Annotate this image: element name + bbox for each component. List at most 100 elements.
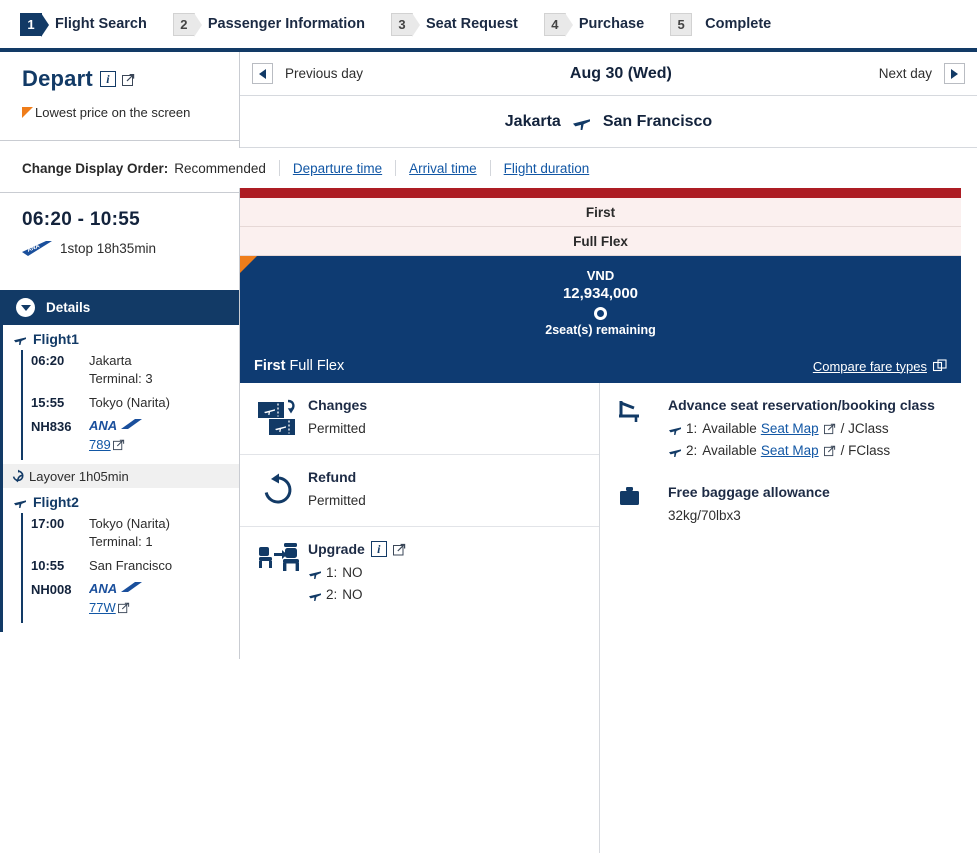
fare-rule-refund: Refund Permitted — [240, 455, 599, 527]
plane-icon — [308, 588, 322, 602]
plane-icon — [13, 495, 27, 509]
sort-option-arrival-time[interactable]: Arrival time — [409, 161, 477, 176]
flight-1-heading: Flight1 — [3, 331, 239, 347]
plane-icon — [572, 113, 592, 131]
upgrade-segment-1-number: 1: — [326, 565, 338, 580]
plane-icon — [308, 566, 322, 580]
plane-icon — [668, 444, 682, 458]
divider — [278, 160, 280, 176]
external-link-icon — [117, 602, 130, 614]
step-5-label: Complete — [705, 16, 772, 32]
cabin-accent-bar — [240, 188, 961, 198]
flight-1-segment: 06:20 Jakarta Terminal: 3 15:55 Tokyo (N… — [21, 350, 239, 460]
external-link-icon[interactable] — [823, 423, 836, 435]
baggage-title: Free baggage allowance — [668, 484, 830, 500]
refund-value: Permitted — [308, 493, 366, 508]
ana-logo-icon: ANA — [22, 241, 52, 256]
fare-price-cell[interactable]: VND 12,934,000 2seat(s) remaining — [240, 256, 961, 349]
briefcase-icon — [618, 484, 668, 514]
flight-2-spacer-2 — [23, 599, 89, 617]
flight-1-departure-airport: Jakarta — [89, 353, 132, 368]
flight-2-number: NH008 — [31, 582, 72, 597]
itinerary-column: Depart i Lowest price on the screen 06:2… — [0, 52, 240, 659]
flight-1-spacer-2 — [23, 436, 89, 454]
plane-icon — [668, 422, 682, 436]
step-2-label: Passenger Information — [207, 16, 365, 32]
info-icon[interactable]: i — [99, 71, 116, 87]
external-link-icon[interactable] — [823, 445, 836, 457]
next-day-button[interactable]: Next day — [879, 63, 977, 84]
step-1-flight-search[interactable]: 1 Flight Search — [20, 12, 147, 37]
changes-value: Permitted — [308, 421, 366, 436]
step-4-purchase[interactable]: 4 Purchase — [543, 12, 645, 37]
external-link-icon[interactable] — [121, 73, 135, 86]
flight-1-aircraft-link[interactable]: 789 — [89, 436, 125, 454]
step-3-seat-request[interactable]: 3 Seat Request — [390, 12, 518, 37]
fare-detail-header: First Full Flex Compare fare types — [240, 349, 961, 383]
flight-search-page: 1 Flight Search 2 Passenger Information … — [0, 0, 977, 853]
divider — [489, 160, 491, 176]
upgrade-segment-1-value: NO — [342, 565, 363, 580]
flight-2-departure-airport: Tokyo (Narita) — [89, 516, 170, 531]
advance-seat-row-2-segment: 2: — [686, 443, 698, 458]
sort-option-departure-time[interactable]: Departure time — [293, 161, 382, 176]
arrow-right-icon — [944, 63, 965, 84]
flight-1-arrival-time: 15:55 — [31, 395, 65, 410]
details-label: Details — [46, 300, 91, 315]
svg-text:ANA: ANA — [89, 418, 117, 433]
flight-1-number: NH836 — [31, 419, 72, 434]
advance-seat-row-2-status: Available — [702, 443, 757, 458]
compare-fare-types-link[interactable]: Compare fare types — [813, 359, 947, 374]
flight-2-segment: 17:00 Tokyo (Narita) Terminal: 1 10:55 S… — [21, 513, 239, 623]
advance-seat-title: Advance seat reservation/booking class — [668, 397, 935, 413]
seat-upgrade-icon — [258, 541, 308, 577]
flight-2-aircraft-link[interactable]: 77W — [89, 599, 130, 617]
itinerary-details: Flight1 06:20 Jakarta Terminal: 3 15:55 … — [0, 325, 239, 632]
flight-2-departure-time: 17:00 — [31, 516, 65, 531]
baggage-value: 32kg/70lbx3 — [668, 508, 741, 523]
flight-time-range: 06:20 - 10:55 — [22, 209, 140, 230]
plane-icon — [13, 332, 27, 346]
route-origin: Jakarta — [504, 112, 561, 130]
fare-detail-type: Full Flex — [289, 358, 345, 374]
flight-1-departure-terminal: Terminal: 3 — [89, 371, 153, 386]
flight-2-departure-terminal: Terminal: 1 — [89, 534, 153, 549]
step-2-number: 2 — [172, 12, 203, 37]
cabin-class-header: First — [240, 198, 961, 227]
lowest-price-note: Lowest price on the screen — [22, 105, 239, 120]
sort-row: Change Display Order: Recommended Depart… — [0, 148, 977, 188]
external-link-icon[interactable] — [392, 543, 406, 556]
current-date-label: Aug 30 (Wed) — [569, 64, 672, 82]
seat-map-link-2[interactable]: Seat Map — [761, 440, 819, 462]
sort-option-flight-duration[interactable]: Flight duration — [504, 161, 590, 176]
info-icon[interactable]: i — [370, 541, 387, 557]
route-destination: San Francisco — [602, 112, 713, 130]
date-navigation-bar: Previous day Aug 30 (Wed) Next day — [240, 52, 977, 96]
refund-title: Refund — [308, 469, 357, 485]
lowest-price-triangle-icon — [22, 107, 33, 118]
step-1-number: 1 — [20, 12, 50, 37]
previous-day-button[interactable]: Previous day — [240, 63, 363, 84]
advance-seat-row-2-class: / FClass — [840, 443, 891, 458]
flight-2-aircraft-label: 77W — [89, 600, 116, 615]
seats-remaining-label: 2seat(s) remaining — [545, 323, 656, 337]
upgrade-title: Upgrade — [308, 541, 365, 557]
lowest-price-corner-icon — [240, 256, 257, 273]
step-4-label: Purchase — [578, 16, 645, 32]
page-title: Depart — [22, 66, 93, 91]
lowest-price-label: Lowest price on the screen — [35, 105, 191, 120]
upgrade-title-row: Upgrade i — [308, 541, 406, 557]
advance-seat-reservation-section: Advance seat reservation/booking class 1… — [600, 383, 961, 476]
step-2-passenger-information[interactable]: 2 Passenger Information — [172, 12, 365, 37]
fare-column: First Full Flex VND 12,934,000 2seat(s) … — [240, 188, 961, 853]
seat-map-link-1[interactable]: Seat Map — [761, 418, 819, 440]
upgrade-segment-2: 2: NO — [308, 584, 406, 606]
changes-title: Changes — [308, 397, 368, 413]
step-5-complete[interactable]: 5 Complete — [670, 12, 772, 36]
details-toggle-button[interactable]: Details — [0, 290, 239, 325]
fare-rule-upgrade: Upgrade i 1: NO 2: NO — [240, 527, 599, 620]
sort-current-value: Recommended — [174, 160, 266, 176]
svg-text:ANA: ANA — [89, 581, 117, 596]
advance-seat-row-2: 2: Available Seat Map / FClass — [668, 440, 935, 462]
previous-day-label: Previous day — [285, 66, 364, 81]
